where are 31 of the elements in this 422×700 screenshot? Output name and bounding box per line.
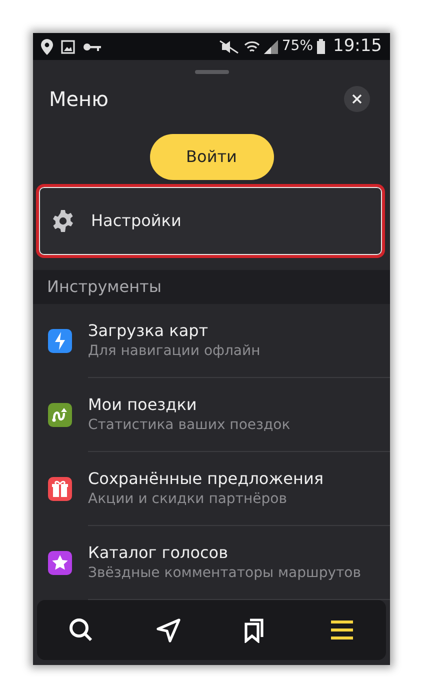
signal-icon xyxy=(264,40,278,54)
item-title: Сохранённые предложения xyxy=(88,468,324,488)
menu-item[interactable]: Мои поездки Статистика ваших поездок xyxy=(33,378,390,452)
location-icon xyxy=(41,38,53,54)
key-icon xyxy=(83,42,101,52)
drag-handle[interactable] xyxy=(194,70,228,74)
login-button[interactable]: Войти xyxy=(150,134,274,180)
item-subtitle: Акции и скидки партнёров xyxy=(88,490,288,508)
battery-icon xyxy=(317,39,325,54)
item-title: Каталог голосов xyxy=(88,542,230,562)
settings-icon xyxy=(51,209,75,233)
menu-title: Меню xyxy=(49,86,108,113)
mute-icon xyxy=(218,40,240,54)
battery-level: 75% xyxy=(282,37,313,56)
menu-item[interactable]: Сохранённые предложения Акции и скидки партнёров xyxy=(33,452,390,526)
settings-label: Настройки xyxy=(91,210,182,232)
navigation-arrow-icon xyxy=(154,617,181,643)
item-title: Загрузка карт xyxy=(88,320,210,340)
section-header: Инструменты xyxy=(33,270,390,304)
item-subtitle: Статистика ваших поездок xyxy=(88,416,292,434)
menu-item[interactable]: Загрузка карт Для навигации офлайн xyxy=(33,304,390,378)
image-icon xyxy=(61,40,75,54)
status-time: 19:15 xyxy=(333,34,382,58)
settings-item[interactable]: Настройки xyxy=(36,184,385,258)
close-icon xyxy=(352,94,362,104)
item-subtitle: Для навигации офлайн xyxy=(88,342,262,360)
search-icon xyxy=(68,617,94,643)
item-title: Мои поездки xyxy=(88,394,198,414)
wifi-icon xyxy=(244,40,260,54)
item-subtitle: Звёздные комментаторы маршрутов xyxy=(88,564,362,582)
close-button[interactable] xyxy=(344,86,370,112)
